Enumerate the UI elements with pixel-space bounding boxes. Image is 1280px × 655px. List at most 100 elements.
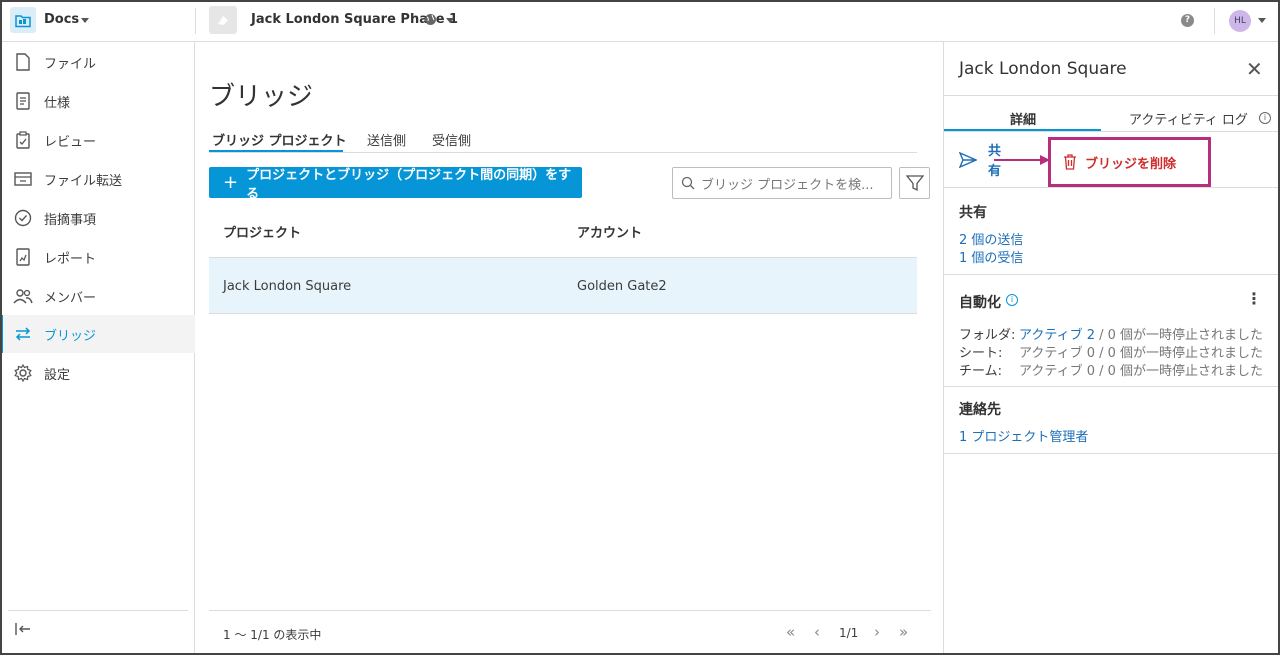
project-thumbnail[interactable] (209, 6, 237, 34)
next-page-icon[interactable]: › (874, 623, 880, 641)
gear-icon (13, 363, 33, 383)
prev-page-icon[interactable]: ‹ (814, 623, 820, 641)
first-page-icon[interactable]: « (786, 623, 795, 641)
sidebar-item-label: 指摘事項 (44, 212, 97, 228)
search-placeholder: ブリッジ プロジェクトを検... (701, 177, 874, 193)
sidebar-item-reviews[interactable]: レビュー (0, 121, 195, 159)
bridge-icon (13, 324, 33, 344)
info-icon[interactable]: i (1006, 294, 1018, 306)
tab-sending[interactable]: 送信側 (367, 130, 406, 149)
divider (944, 187, 1280, 188)
divider (944, 386, 1280, 387)
sidebar-item-transfer[interactable]: ファイル転送 (0, 160, 195, 198)
automation-title: 自動化 (959, 295, 1001, 311)
details-panel: Jack London Square ✕ 詳細 アクティビティ ログ i 共有 … (943, 42, 1280, 655)
chevron-down-icon[interactable] (446, 18, 454, 23)
project-admin-link[interactable]: 1 プロジェクト管理者 (959, 426, 1088, 445)
file-icon (13, 52, 33, 72)
sharing-title: 共有 (959, 205, 987, 221)
page-indicator: 1/1 (839, 626, 859, 640)
delete-bridge-button[interactable]: ブリッジを削除 (1048, 137, 1211, 187)
sidebar-item-issues[interactable]: 指摘事項 (0, 199, 195, 237)
members-icon (13, 286, 33, 306)
automation-paused: 0 個が一時停止されました (1107, 364, 1264, 379)
automation-key: シート: (959, 346, 1003, 361)
sidebar-item-label: 設定 (44, 367, 71, 383)
automation-row-teams: チーム: アクティブ 0 / 0 個が一時停止されました (959, 360, 1263, 379)
filter-button[interactable] (899, 167, 930, 199)
received-link[interactable]: 1 個の受信 (959, 247, 1023, 266)
table-row[interactable]: Jack London Square Golden Gate2 (209, 258, 917, 314)
automation-key: フォルダ: (959, 328, 1016, 343)
tab-bar: ブリッジ プロジェクト 送信側 受信側 (209, 122, 917, 153)
collapse-sidebar-icon[interactable] (14, 622, 32, 640)
sidebar-item-bridge[interactable]: ブリッジ (0, 315, 195, 353)
separator: / (1094, 364, 1108, 379)
automation-key: チーム: (959, 364, 1002, 379)
close-icon[interactable]: ✕ (1246, 59, 1263, 79)
sidebar-item-label: ファイル (44, 56, 97, 72)
sidebar-item-settings[interactable]: 設定 (0, 354, 195, 392)
tab-bridge-projects[interactable]: ブリッジ プロジェクト (212, 130, 347, 149)
tab-details[interactable]: 詳細 (1010, 109, 1036, 128)
sidebar-item-files[interactable]: ファイル (0, 43, 195, 81)
last-page-icon[interactable]: » (899, 623, 908, 641)
delete-bridge-label: ブリッジを削除 (1085, 156, 1177, 172)
filter-icon (905, 175, 924, 192)
report-icon (13, 247, 33, 267)
contacts-title: 連絡先 (959, 402, 1001, 418)
automation-active: アクティブ 0 (1019, 346, 1095, 361)
cell-account: Golden Gate2 (577, 279, 667, 294)
issues-icon (13, 208, 33, 228)
divider (944, 131, 1280, 132)
review-icon (13, 130, 33, 150)
column-header-account[interactable]: アカウント (577, 222, 642, 241)
separator: / (1094, 346, 1108, 361)
arrow-annotation (994, 155, 1050, 165)
sidebar: ファイル 仕様 レビュー ファイル転送 指摘事項 レポート メンバー ブリッジ … (0, 42, 195, 655)
chevron-down-icon[interactable] (81, 18, 89, 23)
cell-project: Jack London Square (223, 279, 352, 294)
separator: / (1094, 328, 1108, 343)
panel-title: Jack London Square (959, 59, 1127, 79)
bridge-project-button[interactable]: + プロジェクトとブリッジ（プロジェクト間の同期）をする (209, 167, 582, 202)
sidebar-item-reports[interactable]: レポート (0, 238, 195, 276)
sent-link[interactable]: 2 個の送信 (959, 229, 1023, 248)
sidebar-item-label: レポート (44, 251, 97, 267)
sidebar-item-label: メンバー (44, 290, 97, 306)
more-options-icon[interactable]: ⋮ (1246, 291, 1262, 307)
bridge-project-button-label: プロジェクトとブリッジ（プロジェクト間の同期）をする (246, 167, 572, 202)
divider (944, 453, 1280, 454)
automation-paused: 0 個が一時停止されました (1107, 328, 1264, 343)
column-header-project[interactable]: プロジェクト (223, 222, 301, 241)
plus-icon: + (223, 171, 239, 193)
automation-active-link[interactable]: アクティブ 2 (1019, 328, 1095, 343)
sidebar-item-label: ファイル転送 (44, 173, 123, 189)
automation-row-sheets: シート: アクティブ 0 / 0 個が一時停止されました (959, 342, 1263, 361)
divider (1214, 8, 1215, 34)
active-tab-indicator (209, 150, 343, 152)
divider (8, 610, 188, 611)
search-input[interactable]: ブリッジ プロジェクトを検... (672, 167, 892, 199)
page-title: ブリッジ (209, 82, 314, 112)
automation-active: アクティブ 0 (1019, 364, 1095, 379)
tab-activity-log[interactable]: アクティビティ ログ (1129, 109, 1248, 128)
info-icon[interactable]: i (1259, 112, 1271, 124)
search-icon (681, 176, 695, 190)
send-icon[interactable] (958, 151, 978, 172)
spec-icon (13, 91, 33, 111)
trash-icon (1064, 154, 1076, 170)
app-switcher[interactable]: Docs (44, 12, 79, 27)
chevron-down-icon[interactable] (1258, 18, 1266, 23)
divider (944, 274, 1280, 275)
avatar[interactable]: HL (1229, 10, 1251, 32)
sidebar-item-members[interactable]: メンバー (0, 277, 195, 315)
divider (944, 95, 1280, 96)
tab-receiving[interactable]: 受信側 (432, 130, 471, 149)
globe-icon (424, 13, 437, 30)
sidebar-item-label: ブリッジ (44, 328, 97, 344)
help-icon[interactable]: ? (1181, 14, 1194, 27)
sidebar-item-label: 仕様 (44, 95, 71, 111)
sidebar-item-specs[interactable]: 仕様 (0, 82, 195, 120)
docs-logo-icon[interactable] (10, 7, 36, 33)
